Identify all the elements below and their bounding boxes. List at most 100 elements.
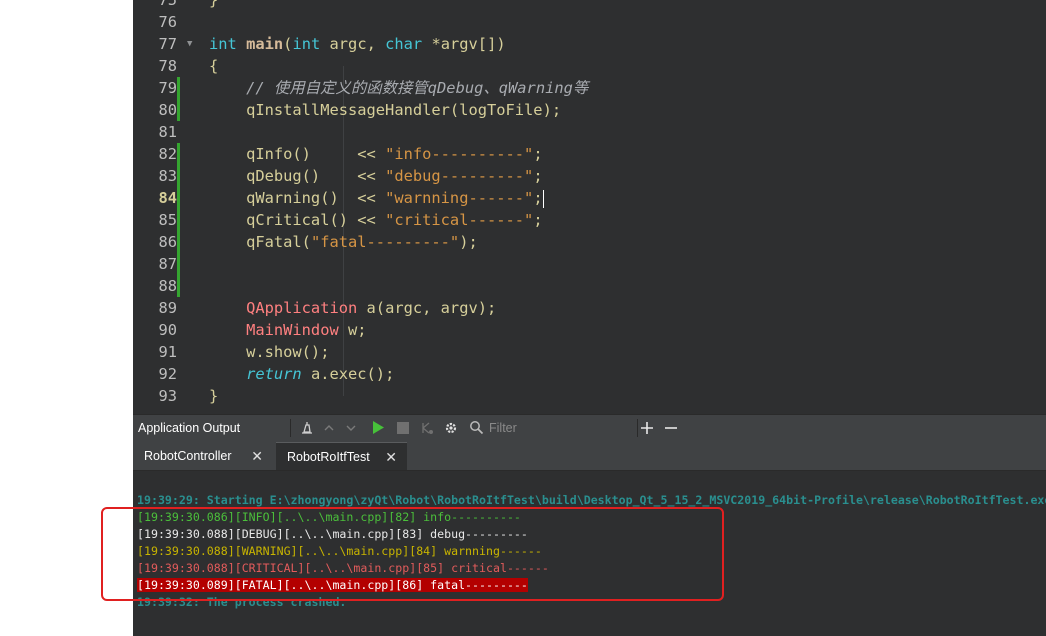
- tab-robotcontroller[interactable]: RobotController ✕: [133, 442, 273, 470]
- code-token: *argv[]): [431, 35, 506, 53]
- code-line[interactable]: 93}: [133, 385, 1046, 407]
- code-line[interactable]: 76: [133, 11, 1046, 33]
- code-token: ;: [533, 145, 543, 163]
- code-token: "critical------": [385, 211, 534, 229]
- code-text: int main(int argc, char *argv[]): [209, 33, 506, 55]
- code-line[interactable]: 77 ▼ int main(int argc, char *argv[]): [133, 33, 1046, 55]
- code-token: w.show();: [209, 343, 330, 361]
- code-token: qFatal(: [209, 233, 311, 251]
- code-token: {: [209, 57, 219, 75]
- code-line[interactable]: 78 {: [133, 55, 1046, 77]
- code-line[interactable]: 80 qInstallMessageHandler(logToFile);: [133, 99, 1046, 121]
- change-marker: [177, 143, 180, 165]
- code-line[interactable]: 79 // 使用自定义的函数接管qDebug、qWarning等: [133, 77, 1046, 99]
- change-marker: [177, 231, 180, 253]
- code-token: "warnning------": [385, 189, 534, 207]
- close-icon[interactable]: ✕: [385, 443, 397, 471]
- change-marker: [177, 187, 180, 209]
- code-token: return: [209, 365, 311, 383]
- pane-title[interactable]: Application Output: [138, 415, 240, 441]
- previous-item-icon[interactable]: [318, 415, 340, 441]
- code-editor[interactable]: 75} 76 77 ▼ int main(int argc, char *argv[])…: [133, 0, 1046, 414]
- code-token: "fatal---------": [310, 233, 460, 251]
- code-line[interactable]: 86 qFatal("fatal---------");: [133, 231, 1046, 253]
- code-text: {: [209, 55, 218, 77]
- code-token: argc,: [329, 35, 386, 53]
- code-token: ;: [533, 211, 543, 229]
- code-token: char: [385, 35, 432, 53]
- output-tabs-bar: RobotController ✕ RobotRoItfTest ✕: [133, 440, 1046, 471]
- run-icon[interactable]: [367, 415, 389, 441]
- code-token: qCritical() <<: [209, 211, 386, 229]
- change-marker: [177, 209, 180, 231]
- code-token: ;: [533, 189, 543, 207]
- code-line[interactable]: 88: [133, 275, 1046, 297]
- gear-icon[interactable]: [440, 415, 462, 441]
- code-token: "info----------": [385, 145, 534, 163]
- code-line[interactable]: 89 QApplication a(argc, argv);: [133, 297, 1046, 319]
- highlight-annotation-box: [101, 507, 724, 601]
- code-text: MainWindow w;: [209, 319, 367, 341]
- code-line[interactable]: 83 qDebug() << "debug---------";: [133, 165, 1046, 187]
- add-icon[interactable]: [636, 415, 658, 441]
- code-line[interactable]: 85 qCritical() << "critical------";: [133, 209, 1046, 231]
- code-text: qInfo() << "info----------";: [209, 143, 543, 165]
- fold-arrow-icon[interactable]: ▼: [187, 33, 192, 55]
- code-line[interactable]: 82 qInfo() << "info----------";: [133, 143, 1046, 165]
- code-line[interactable]: 87: [133, 253, 1046, 275]
- line-number: 79: [158, 79, 177, 97]
- code-token: "debug---------": [385, 167, 534, 185]
- code-text: qDebug() << "debug---------";: [209, 165, 543, 187]
- line-number: 78: [158, 57, 177, 75]
- search-icon: [469, 420, 484, 439]
- code-token: main: [246, 35, 284, 53]
- stop-icon[interactable]: [392, 415, 414, 441]
- code-token: a(argc, argv);: [366, 299, 497, 317]
- code-token: qWarning() <<: [209, 189, 386, 207]
- code-token: int: [209, 35, 247, 53]
- line-number: 77: [158, 35, 177, 53]
- line-number: 76: [158, 13, 177, 31]
- line-number: 86: [158, 233, 177, 251]
- code-text: qCritical() << "critical------";: [209, 209, 543, 231]
- line-number: 75: [158, 0, 177, 9]
- line-number: 87: [158, 255, 177, 273]
- code-text: }: [209, 385, 218, 407]
- change-marker: [177, 275, 180, 297]
- code-token: w;: [348, 321, 367, 339]
- filter-placeholder: Filter: [489, 421, 517, 435]
- code-token: );: [459, 233, 478, 251]
- attach-debugger-icon[interactable]: [416, 415, 438, 441]
- line-number: 83: [158, 167, 177, 185]
- output-pane-toolbar: Application Output Filter: [133, 414, 1046, 441]
- filter-input[interactable]: Filter: [465, 417, 635, 439]
- code-text: // 使用自定义的函数接管qDebug、qWarning等: [209, 77, 588, 99]
- code-line[interactable]: 92 return a.exec();: [133, 363, 1046, 385]
- toolbar-separator: [290, 419, 291, 437]
- close-icon[interactable]: ✕: [251, 442, 263, 470]
- code-line[interactable]: 81: [133, 121, 1046, 143]
- change-marker: [177, 253, 180, 275]
- code-token: // 使用自定义的函数接管qDebug、qWarning等: [209, 79, 589, 97]
- line-number: 80: [158, 101, 177, 119]
- tab-robotroitftest[interactable]: RobotRoItfTest ✕: [276, 442, 407, 470]
- output-line-text: 19:39:29: Starting E:\zhongyong\zyQt\Rob…: [137, 493, 1046, 507]
- code-token: a.exec();: [310, 365, 395, 383]
- code-token: MainWindow: [209, 321, 348, 339]
- next-item-icon[interactable]: [340, 415, 362, 441]
- remove-icon[interactable]: [660, 415, 682, 441]
- change-marker: [177, 99, 180, 121]
- code-line[interactable]: 75}: [133, 0, 1046, 11]
- code-token: QApplication: [209, 299, 367, 317]
- code-text: return a.exec();: [209, 363, 394, 385]
- code-token: }: [209, 0, 219, 9]
- line-number: 89: [158, 299, 177, 317]
- clear-output-icon[interactable]: [296, 415, 318, 441]
- code-line[interactable]: 90 MainWindow w;: [133, 319, 1046, 341]
- line-number: 88: [158, 277, 177, 295]
- tab-label: RobotController: [144, 449, 232, 463]
- line-number: 93: [158, 387, 177, 405]
- code-line[interactable]: 84 qWarning() << "warnning------";: [133, 187, 1046, 209]
- code-token: ;: [533, 167, 543, 185]
- code-line[interactable]: 91 w.show();: [133, 341, 1046, 363]
